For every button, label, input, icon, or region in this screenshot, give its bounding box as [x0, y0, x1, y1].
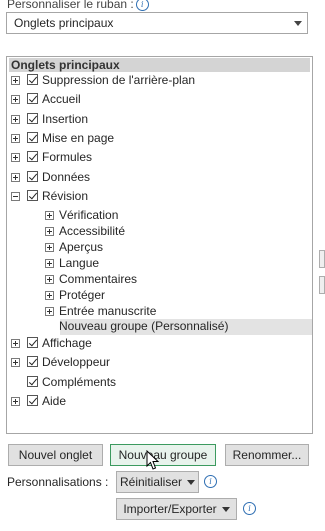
tree-item[interactable]: Suppression de l'arrière-plan — [7, 72, 307, 88]
tree-item-label: Insertion — [42, 111, 89, 126]
checkbox[interactable] — [27, 395, 38, 406]
tree-item-label: Compléments — [42, 374, 117, 389]
expand-icon[interactable] — [11, 358, 20, 368]
tree-subgroup-label: Langue — [59, 256, 100, 271]
tree-subgroup[interactable]: Protéger — [7, 287, 307, 303]
expand-icon[interactable] — [11, 172, 20, 182]
expand-icon[interactable] — [45, 243, 54, 253]
tree-item-label: Accueil — [42, 92, 81, 107]
chevron-down-icon — [187, 480, 196, 485]
tree-subgroup-label: Entrée manuscrite — [59, 304, 157, 319]
tree-subgroup-label: Accessibilité — [59, 224, 126, 239]
customize-ribbon-label: Personnaliser le ruban :i — [7, 0, 149, 11]
checkbox[interactable] — [27, 131, 38, 143]
tree-item[interactable]: Accueil — [7, 91, 307, 107]
checkbox[interactable] — [27, 151, 38, 163]
tree-item-label: Développeur — [42, 355, 111, 370]
ribbon-tabs-dropdown[interactable]: Onglets principaux — [6, 12, 308, 34]
checkbox[interactable] — [27, 74, 38, 85]
tree-item[interactable]: Révision — [7, 188, 307, 204]
checkbox[interactable] — [27, 337, 38, 349]
tree-item[interactable]: Données — [7, 169, 307, 185]
tree-item[interactable]: Mise en page — [7, 130, 307, 146]
chevron-down-icon — [221, 507, 230, 512]
checkbox[interactable] — [27, 93, 38, 105]
customize-ribbon-text: Personnaliser le ruban : — [7, 0, 134, 11]
checkbox[interactable] — [27, 356, 38, 368]
import-export-label: Importer/Exporter — [123, 502, 217, 516]
tree-item[interactable]: Aide — [7, 393, 307, 409]
info-icon[interactable]: i — [243, 502, 256, 515]
checkbox[interactable] — [27, 189, 38, 201]
new-group-item[interactable]: Nouveau groupe (Personnalisé) — [59, 319, 312, 336]
info-icon[interactable]: i — [204, 475, 217, 488]
expand-icon[interactable] — [45, 227, 54, 237]
reset-button[interactable]: Réinitialiser — [116, 471, 199, 493]
expand-icon[interactable] — [11, 339, 20, 349]
info-icon[interactable]: i — [135, 0, 149, 11]
expand-icon[interactable] — [11, 114, 20, 124]
expand-icon[interactable] — [45, 275, 54, 285]
checkbox[interactable] — [27, 170, 38, 182]
move-down-button[interactable] — [319, 276, 325, 294]
tree-subgroup-label: Commentaires — [59, 272, 138, 287]
expand-icon[interactable] — [45, 307, 54, 317]
mouse-cursor-icon — [146, 450, 160, 470]
tree-subgroup[interactable]: Accessibilité — [7, 223, 307, 239]
customizations-label: Personnalisations : — [7, 475, 109, 489]
tree-item[interactable]: Formules — [7, 149, 307, 165]
expand-icon[interactable] — [45, 211, 54, 221]
tree-item[interactable]: Compléments — [7, 374, 307, 390]
tree-item[interactable]: Affichage — [7, 335, 307, 351]
tree-subgroup-label: Vérification — [59, 208, 119, 223]
tree-subgroup[interactable]: Aperçus — [7, 239, 307, 255]
rename-button[interactable]: Renommer... — [225, 444, 309, 466]
reset-label: Réinitialiser — [119, 475, 183, 489]
tree-subgroup-label: Protéger — [59, 288, 106, 303]
collapse-icon[interactable] — [11, 191, 20, 201]
tree-item-label: Affichage — [42, 336, 92, 351]
tree-subgroup[interactable]: Vérification — [7, 207, 307, 223]
tree-item[interactable]: Développeur — [7, 354, 307, 370]
expand-icon[interactable] — [11, 95, 20, 105]
tree-subgroup-label: Aperçus — [59, 240, 104, 255]
move-up-button[interactable] — [319, 250, 325, 268]
ribbon-tree[interactable]: Onglets principaux Suppression de l'arri… — [6, 56, 313, 434]
expand-icon[interactable] — [45, 259, 54, 269]
expand-icon[interactable] — [11, 153, 20, 163]
expand-icon[interactable] — [11, 397, 20, 406]
tree-subgroup[interactable]: Commentaires — [7, 271, 307, 287]
checkbox[interactable] — [27, 375, 38, 387]
tree-subgroup[interactable]: Langue — [7, 255, 307, 271]
tree-item-label: Aide — [42, 394, 67, 408]
new-group-button[interactable]: Nouveau groupe — [110, 444, 216, 466]
expand-icon[interactable] — [45, 291, 54, 301]
tree-item[interactable]: Insertion — [7, 111, 307, 127]
checkbox[interactable] — [27, 112, 38, 124]
tree-item-label: Révision — [42, 188, 89, 203]
import-export-button[interactable]: Importer/Exporter — [116, 498, 237, 520]
expand-icon[interactable] — [11, 133, 20, 143]
tree-item-label: Données — [42, 169, 91, 184]
ribbon-tabs-dropdown-value: Onglets principaux — [14, 16, 114, 30]
tree-header: Onglets principaux — [9, 58, 310, 72]
tree-subgroup[interactable]: Entrée manuscrite — [7, 303, 307, 319]
new-group-label: Nouveau groupe (Personnalisé) — [59, 319, 229, 334]
expand-icon[interactable] — [11, 76, 20, 85]
tree-item-label: Suppression de l'arrière-plan — [42, 73, 196, 87]
tree-item-label: Formules — [42, 150, 93, 165]
new-tab-button[interactable]: Nouvel onglet — [8, 444, 103, 466]
chevron-down-icon — [294, 21, 302, 26]
tree-item-label: Mise en page — [42, 130, 115, 145]
